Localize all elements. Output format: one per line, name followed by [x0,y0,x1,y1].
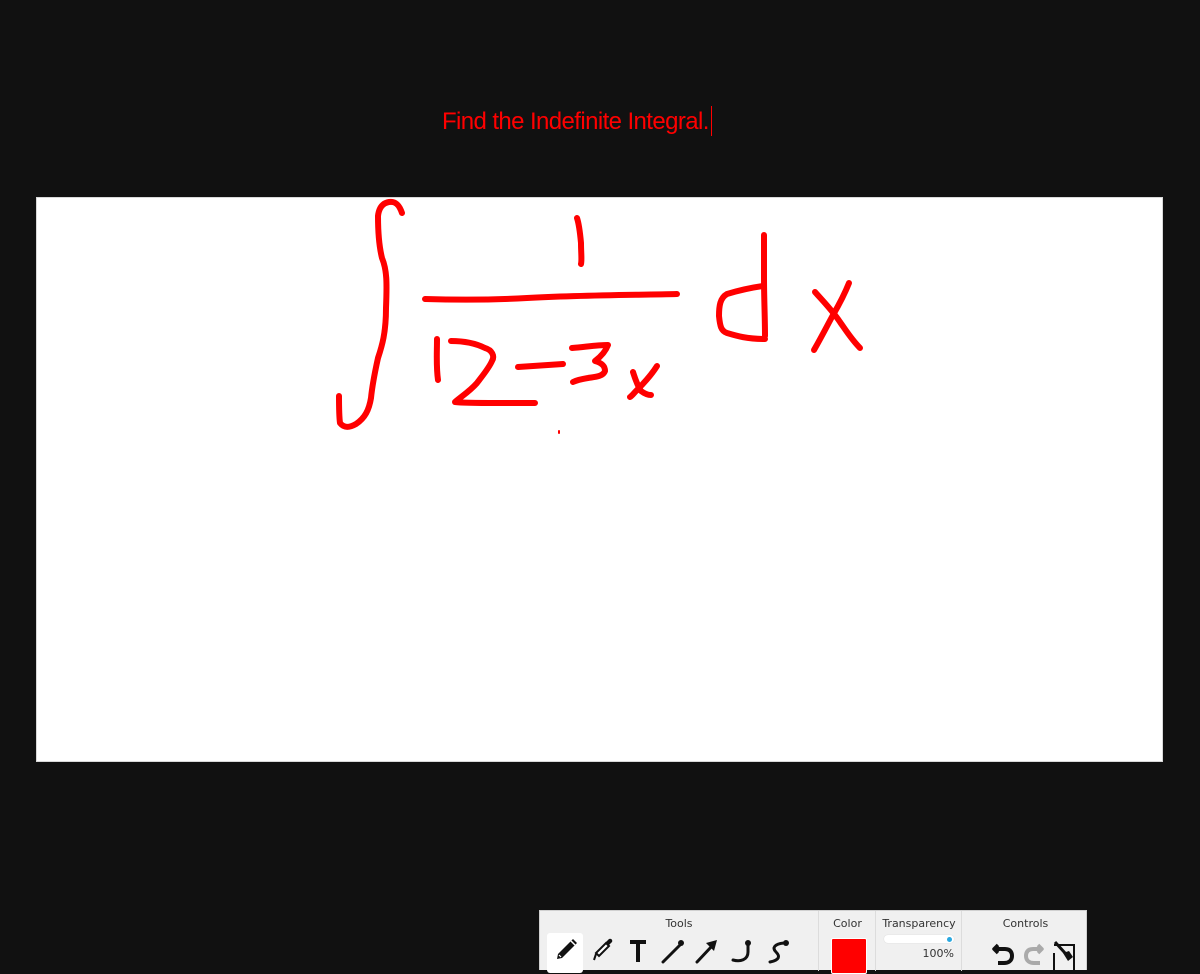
prompt-text-box[interactable]: Find the Indefinite Integral. [442,106,713,136]
stroke-three [569,342,611,385]
stroke-d-bowl [716,283,768,342]
stroke-fraction-bar [422,291,680,303]
line-tool-button[interactable] [654,933,690,973]
controls-section: Controls [961,911,1089,971]
stroke-minus-sign [515,361,566,370]
tools-section: Tools [540,911,818,973]
transparency-section: Transparency 100% [875,911,962,971]
drawing-canvas[interactable] [36,197,1163,762]
undo-button[interactable] [992,939,1020,971]
transparency-slider-thumb[interactable] [947,937,952,942]
color-swatch[interactable] [831,938,867,974]
stroke-denominator-2 [448,338,538,406]
transparency-label: Transparency [882,917,956,930]
undo-icon [992,943,1015,965]
pencil-tool-button[interactable] [547,933,583,973]
drawing-toolbar: Tools Color Transparency 100% Controls [539,910,1089,974]
tools-label: Tools [665,917,693,930]
arrow-tool-button[interactable] [688,933,724,973]
controls-label: Controls [1002,917,1049,930]
transparency-value: 100% [922,947,954,960]
stroke-numerator-one [574,215,585,267]
canvas-ink [336,198,863,434]
curve-tool-button[interactable] [724,933,760,973]
bezier-tool-button[interactable] [760,933,796,973]
clear-canvas-button[interactable] [1052,939,1080,971]
redo-icon [1023,943,1044,965]
prompt-text: Find the Indefinite Integral. [442,108,709,135]
text-caret [710,106,713,136]
marker-tool-button[interactable] [584,933,620,973]
redo-button[interactable] [1022,939,1050,971]
clear-canvas-icon [1053,940,1075,971]
text-tool-button[interactable] [620,933,656,973]
stroke-denominator-1 [433,336,441,383]
stroke-integral-sign [336,198,405,430]
color-section: Color [818,911,876,974]
transparency-slider[interactable] [884,935,954,943]
color-label: Color [833,917,862,930]
